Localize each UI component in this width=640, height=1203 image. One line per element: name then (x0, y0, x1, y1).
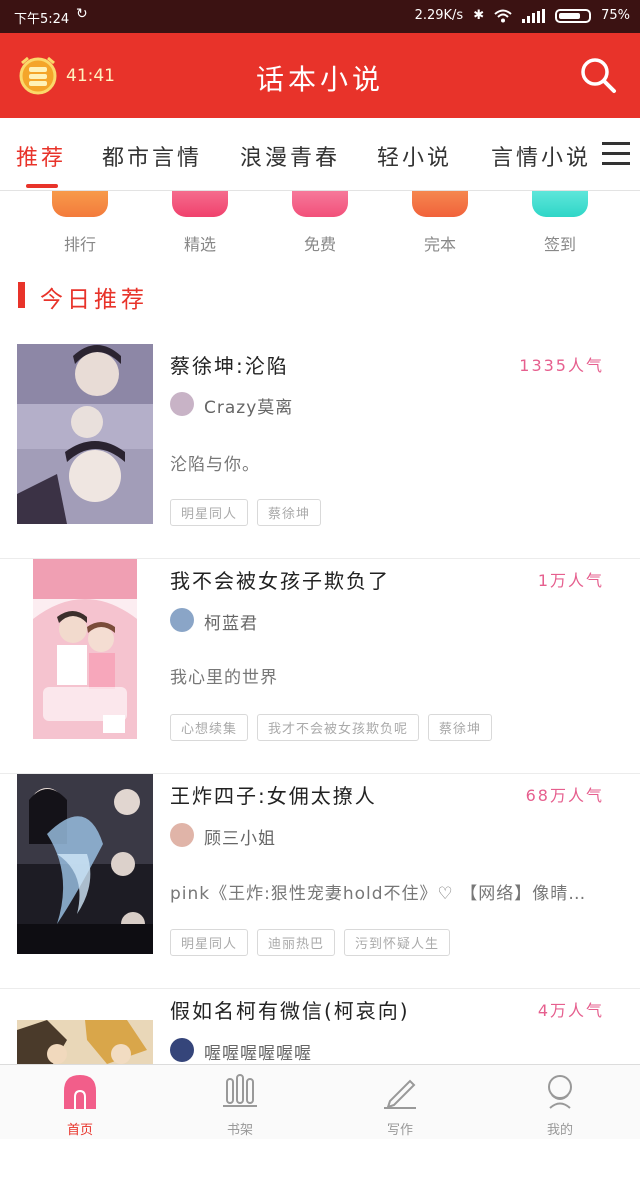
book-cover[interactable] (17, 344, 153, 524)
quick-checkin[interactable]: 签到 (515, 191, 605, 255)
quick-ranking[interactable]: 排行 (35, 191, 125, 255)
popularity-count: 68万人气 (525, 786, 604, 805)
tag[interactable]: 我才不会被女孩欺负呢 (257, 714, 420, 741)
status-time: 下午5:24 (14, 12, 70, 27)
book-item[interactable]: 王炸四子:女佣太撩人 68万人气 顾三小姐 pink《王炸:狠性宠妻hold不住… (0, 774, 640, 989)
popularity-count: 4万人气 (537, 1001, 604, 1020)
quick-selected[interactable]: 精选 (155, 191, 245, 255)
nav-home[interactable]: 首页 (40, 1073, 120, 1138)
nav-label: 首页 (66, 1123, 93, 1138)
tab-indicator (26, 184, 58, 188)
checkin-icon (532, 191, 588, 217)
book-description: 沦陷与你。 (170, 455, 260, 475)
book-tags: 明星同人 迪丽热巴 污到怀疑人生 (170, 929, 451, 956)
quick-label: 免费 (303, 235, 336, 254)
category-tabs: 推荐 都市言情 浪漫青春 轻小说 言情小说 (0, 118, 640, 191)
wifi-icon (494, 9, 512, 22)
section-title-text: 今日推荐 (40, 287, 148, 313)
popularity-count: 1335人气 (519, 356, 604, 375)
author-name: 顾三小姐 (204, 829, 276, 849)
nav-label: 书架 (226, 1123, 253, 1138)
nav-label: 写作 (386, 1123, 413, 1138)
book-item[interactable]: 我不会被女孩子欺负了 1万人气 柯蓝君 我心里的世界 心想续集 我才不会被女孩欺… (0, 559, 640, 774)
tag[interactable]: 心想续集 (170, 714, 249, 741)
ranking-icon (52, 191, 108, 217)
tag[interactable]: 迪丽热巴 (257, 929, 336, 956)
bottom-nav: 首页 书架 写作 我的 (0, 1064, 640, 1139)
tab-recommend[interactable]: 推荐 (16, 140, 66, 172)
tab-romance-novel[interactable]: 言情小说 (491, 140, 591, 172)
popularity-count: 1万人气 (537, 571, 604, 590)
signal-icon (522, 8, 546, 23)
tag[interactable]: 明星同人 (170, 929, 249, 956)
nav-label: 我的 (546, 1123, 573, 1138)
section-bar (18, 282, 25, 308)
app-title: 话本小说 (255, 63, 384, 96)
star-icon (172, 191, 228, 217)
pen-icon (384, 1079, 416, 1109)
avatar (170, 392, 194, 416)
network-speed: 2.29K/s (414, 8, 464, 23)
app-header: 41:41 话本小说 (0, 33, 640, 118)
tab-light-novel[interactable]: 轻小说 (377, 140, 452, 172)
tab-urban-romance[interactable]: 都市言情 (102, 140, 202, 172)
quick-finished[interactable]: 完本 (395, 191, 485, 255)
book-tags: 心想续集 我才不会被女孩欺负呢 蔡徐坤 (170, 714, 493, 741)
book-tags: 明星同人 蔡徐坤 (170, 499, 322, 526)
avatar (170, 608, 194, 632)
quick-label: 完本 (423, 235, 456, 254)
bookshelf-icon (223, 1074, 257, 1107)
tab-youth-romance[interactable]: 浪漫青春 (240, 140, 340, 172)
status-indicators: 2.29K/s ✱ 75% (415, 8, 630, 23)
book-icon (412, 191, 468, 217)
avatar (170, 823, 194, 847)
nav-write[interactable]: 写作 (360, 1073, 440, 1138)
book-item[interactable]: 蔡徐坤:沦陷 1335人气 Crazy莫离 沦陷与你。 明星同人 蔡徐坤 (0, 344, 640, 559)
author-name: Crazy莫离 (204, 398, 294, 418)
search-icon[interactable] (578, 55, 618, 95)
book-title[interactable]: 蔡徐坤:沦陷 (170, 350, 289, 379)
profile-icon (548, 1075, 572, 1109)
menu-icon[interactable] (602, 142, 630, 166)
quick-free[interactable]: 免费 (275, 191, 365, 255)
nav-profile[interactable]: 我的 (520, 1073, 600, 1138)
tag[interactable]: 明星同人 (170, 499, 249, 526)
quick-label: 精选 (183, 235, 216, 254)
book-cover[interactable] (33, 559, 137, 739)
book-title[interactable]: 我不会被女孩子欺负了 (170, 565, 390, 594)
quick-label: 签到 (543, 235, 576, 254)
tag[interactable]: 污到怀疑人生 (344, 929, 451, 956)
author-name: 柯蓝君 (204, 614, 258, 634)
nav-bookshelf[interactable]: 书架 (200, 1073, 280, 1138)
book-description: 我心里的世界 (170, 668, 278, 688)
battery-percent: 75% (601, 8, 630, 23)
book-cover[interactable] (17, 774, 153, 954)
book-title[interactable]: 假如名柯有微信(柯哀向) (170, 995, 410, 1024)
book-cover[interactable] (17, 1020, 153, 1064)
book-description: pink《王炸:狠性宠妻hold不住》♡ 【网络】像晴… (170, 884, 587, 904)
quick-label: 排行 (63, 235, 96, 254)
author-name: 喔喔喔喔喔喔 (204, 1044, 312, 1064)
battery-icon (555, 8, 592, 23)
status-bar: 下午5:24 ↻ 2.29K/s ✱ 75% (0, 0, 640, 33)
quick-entries: 排行 精选 免费 完本 签到 (0, 191, 640, 256)
home-icon (64, 1075, 96, 1109)
avatar (170, 1038, 194, 1062)
sync-icon: ↻ (76, 6, 88, 22)
tag[interactable]: 蔡徐坤 (257, 499, 322, 526)
book-title[interactable]: 王炸四子:女佣太撩人 (170, 780, 377, 809)
bluetooth-icon: ✱ (473, 8, 485, 23)
tag[interactable]: 蔡徐坤 (428, 714, 493, 741)
free-icon (292, 191, 348, 217)
